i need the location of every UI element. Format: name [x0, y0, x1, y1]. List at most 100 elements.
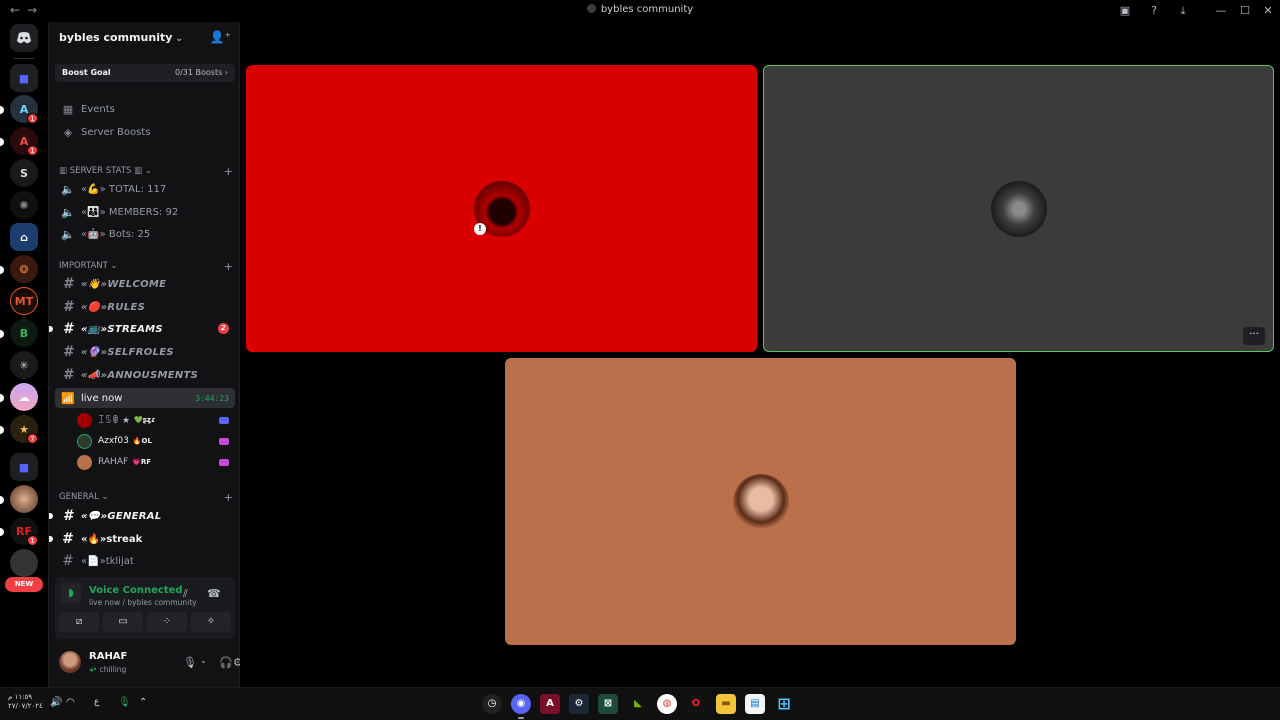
- participant-tile-speaking[interactable]: ···: [763, 65, 1274, 352]
- voice-user[interactable]: ꀤꌗꂦ ★ 💚ʂȥɾ: [77, 411, 233, 429]
- microphone-icon[interactable]: 🎙: [118, 697, 131, 708]
- channel-streams[interactable]: # «📺»STREAMS 2: [49, 319, 235, 339]
- voice-channel-stat-total[interactable]: 🔈 «💪» TOTAL: 117: [55, 179, 235, 199]
- nvidia-app-icon[interactable]: ◣: [628, 694, 648, 714]
- discord-home-icon[interactable]: [10, 24, 38, 52]
- avatar[interactable]: [59, 651, 81, 673]
- mention-badge: 2: [218, 323, 229, 334]
- channel-selfroles[interactable]: # «🔮»SELFROLES: [55, 342, 235, 362]
- headphones-icon[interactable]: 🎧: [219, 656, 233, 669]
- server-icon-7[interactable]: MT: [10, 287, 38, 315]
- category-important[interactable]: IMPORTANT ⌄ +: [59, 260, 235, 275]
- opera-app-icon[interactable]: O: [686, 694, 706, 714]
- language-indicator[interactable]: ع: [94, 697, 99, 707]
- channel-general[interactable]: # «💬»GENERAL: [49, 506, 235, 526]
- clock[interactable]: ١١:٥٩ م ٢٧/٠٧/٢٠٢٤: [8, 693, 43, 711]
- voice-channel-live-now[interactable]: 📶 live now 3:44:23: [55, 388, 235, 408]
- boost-gem-icon: ◈: [63, 125, 73, 139]
- recording-app-icon[interactable]: ◷: [482, 694, 502, 714]
- events-link[interactable]: ▦ Events: [55, 99, 235, 119]
- help-icon[interactable]: ?: [1146, 3, 1162, 19]
- noise-suppression-icon[interactable]: ⫽: [183, 587, 188, 601]
- mention-badge: 1: [27, 535, 38, 546]
- channel-tklijat[interactable]: # «📄»tklijat: [55, 551, 235, 571]
- more-options-icon[interactable]: ···: [1243, 327, 1265, 345]
- user-name[interactable]: RAHAF: [89, 651, 127, 662]
- category-general[interactable]: GENERAL ⌄ +: [59, 491, 235, 506]
- soundboard-button[interactable]: ✧: [191, 612, 231, 632]
- chevron-up-icon[interactable]: ⌃: [139, 697, 147, 708]
- boost-count: 0/31 Boosts ›: [174, 68, 228, 77]
- voice-location[interactable]: live now / bybles community: [89, 598, 197, 607]
- channel-welcome[interactable]: # «👋»WELCOME: [55, 274, 235, 294]
- mention-badge: 1: [27, 113, 38, 124]
- store-app-icon[interactable]: ▤: [745, 694, 765, 714]
- activities-button[interactable]: ⁘: [147, 612, 187, 632]
- affinity-app-icon[interactable]: A: [540, 694, 560, 714]
- participant-tile[interactable]: !: [246, 65, 757, 352]
- folder-icon[interactable]: ■: [10, 453, 38, 481]
- mention-badge: 1: [27, 145, 38, 156]
- download-icon[interactable]: ⤓: [1175, 3, 1191, 19]
- xbox-app-icon[interactable]: ⊠: [598, 694, 618, 714]
- start-icon[interactable]: ⊞: [774, 694, 794, 714]
- inbox-icon[interactable]: ▣: [1117, 3, 1133, 19]
- file-explorer-icon[interactable]: ▬: [716, 694, 736, 714]
- boost-goal-bar[interactable]: Boost Goal 0/31 Boosts ›: [55, 64, 235, 82]
- new-badge[interactable]: NEW: [5, 577, 43, 592]
- server-icon-6[interactable]: ❂: [10, 255, 38, 283]
- server-icon-5[interactable]: ⌂: [10, 223, 38, 251]
- add-channel-icon[interactable]: +: [224, 260, 233, 273]
- server-icon-4[interactable]: ✺: [10, 191, 38, 219]
- category-server-stats[interactable]: ▥ SERVER STATS ▥ ⌄ +: [59, 165, 235, 180]
- channel-sidebar: bybles community ⌄ 👤⁺ Boost Goal 0/31 Boo…: [48, 22, 243, 687]
- minimize-icon[interactable]: —: [1213, 3, 1229, 19]
- wifi-icon[interactable]: ◠: [66, 697, 75, 708]
- unread-pip: [49, 513, 53, 519]
- server-icon-14[interactable]: [10, 549, 38, 577]
- hash-icon: #: [62, 367, 74, 383]
- voice-channel-stat-members[interactable]: 🔈 «👨‍👩‍👦» MEMBERS: 92: [55, 202, 235, 222]
- unread-pip: [0, 330, 4, 338]
- hash-icon: #: [62, 276, 74, 292]
- chevron-down-icon[interactable]: ⌄: [200, 656, 207, 665]
- microphone-icon[interactable]: 🎙: [183, 656, 197, 669]
- channel-announcements[interactable]: # «📣»ANNOUSMENTS: [55, 365, 235, 385]
- chevron-down-icon: ⌄: [175, 34, 183, 44]
- screen-share-button[interactable]: ▭: [103, 612, 143, 632]
- maximize-icon[interactable]: ☐: [1237, 3, 1253, 19]
- voice-user[interactable]: Azxf03 🔥OL: [77, 432, 233, 450]
- invite-people-icon[interactable]: 👤⁺: [210, 30, 231, 44]
- disconnect-icon[interactable]: ☎: [207, 587, 221, 600]
- server-icon-8[interactable]: B: [10, 319, 38, 347]
- discord-app-icon[interactable]: ◉: [511, 694, 531, 714]
- volume-icon[interactable]: 🔊: [50, 697, 62, 708]
- channel-rules[interactable]: # «🔴»RULES: [55, 297, 235, 317]
- server-icon-10[interactable]: ☁: [10, 383, 38, 411]
- participant-tile[interactable]: [505, 358, 1016, 645]
- hash-icon: #: [62, 344, 74, 360]
- server-icon-3[interactable]: S: [10, 159, 38, 187]
- camera-off-button[interactable]: ⧄: [59, 612, 99, 632]
- voice-active-icon: 📶: [61, 391, 75, 405]
- channel-streak[interactable]: # «🔥»streak: [49, 529, 235, 549]
- server-icon-12[interactable]: [10, 485, 38, 513]
- voice-channel-stat-bots[interactable]: 🔈 «🤖» Bots: 25: [55, 224, 235, 244]
- unread-pip: [0, 496, 4, 504]
- server-icon-9[interactable]: ✳: [10, 351, 38, 379]
- folder-icon[interactable]: ■: [10, 64, 38, 92]
- signal-icon[interactable]: ◗: [61, 583, 81, 603]
- unread-pip: [0, 394, 4, 402]
- chart-icon: ▥: [59, 166, 68, 176]
- add-channel-icon[interactable]: +: [224, 491, 233, 504]
- voice-user[interactable]: RAHAF 💗RF: [77, 453, 233, 471]
- calendar-icon: ▦: [62, 102, 74, 116]
- server-boosts-link[interactable]: ◈ Server Boosts: [55, 122, 235, 142]
- mention-badge: 7: [27, 433, 38, 444]
- close-icon[interactable]: ✕: [1260, 3, 1276, 19]
- steam-app-icon[interactable]: ⚙: [569, 694, 589, 714]
- add-channel-icon[interactable]: +: [224, 165, 233, 178]
- voice-status[interactable]: Voice Connected: [89, 585, 183, 596]
- chrome-app-icon[interactable]: ◍: [657, 694, 677, 714]
- hash-icon: #: [62, 321, 74, 337]
